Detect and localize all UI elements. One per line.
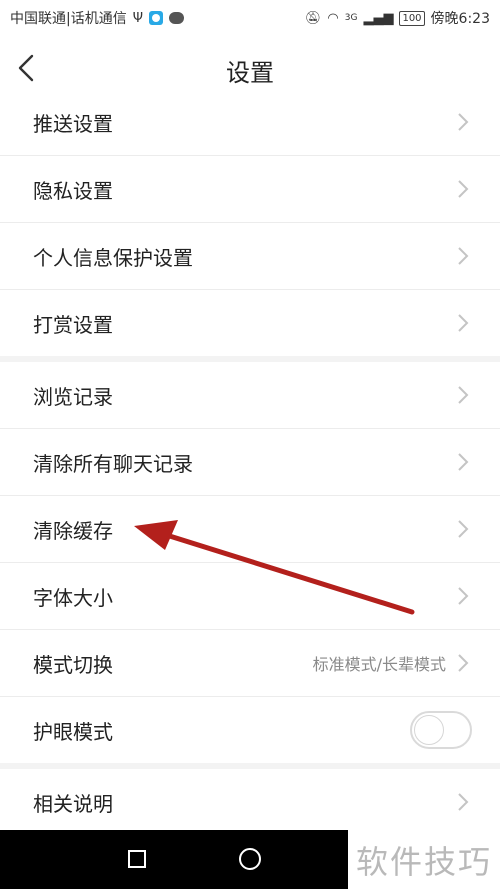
settings-row-label: 推送设置	[33, 111, 113, 136]
settings-row-font-size[interactable]: 字体大小	[0, 563, 500, 629]
settings-row-label: 隐私设置	[33, 178, 113, 203]
circle-home-icon[interactable]	[239, 848, 261, 870]
chevron-right-icon	[458, 113, 469, 131]
settings-row-clear-chats[interactable]: 清除所有聊天记录	[0, 429, 500, 495]
settings-row-label: 护眼模式	[33, 719, 113, 744]
settings-row-label: 相关说明	[33, 791, 113, 816]
settings-row-label: 打赏设置	[33, 312, 113, 337]
wifi-icon: ◠	[327, 10, 339, 26]
chevron-right-icon	[458, 793, 469, 811]
usb-icon: Ψ	[132, 10, 143, 26]
chevron-right-icon	[458, 180, 469, 198]
chevron-right-icon	[458, 587, 469, 605]
settings-list: 推送设置 隐私设置 个人信息保护设置 打赏设置 浏览记录 清除所有聊天记录 清除…	[0, 89, 500, 835]
settings-row-eye-care: 护眼模式	[0, 697, 500, 763]
chevron-right-icon	[458, 520, 469, 538]
settings-row-label: 清除缓存	[33, 518, 113, 543]
chevron-right-icon	[458, 386, 469, 404]
status-left: 中国联通|话机通信 Ψ	[10, 8, 184, 28]
settings-row-label: 字体大小	[33, 585, 113, 610]
status-right: 🔕︎ ◠ 3G ▂▄▆ 100 傍晚6:23	[305, 8, 490, 28]
carrier-label: 中国联通|话机通信	[10, 11, 127, 27]
chevron-right-icon	[458, 314, 469, 332]
settings-row-label: 个人信息保护设置	[33, 245, 193, 270]
settings-row-value: 标准模式/长辈模式	[312, 655, 446, 674]
settings-row-label: 浏览记录	[33, 384, 113, 409]
settings-row-personal-info[interactable]: 个人信息保护设置	[0, 223, 500, 289]
chevron-right-icon	[458, 453, 469, 471]
mute-icon: 🔕︎	[304, 10, 322, 26]
network-type-label: 3G	[344, 13, 358, 23]
watermark: 软件技巧	[348, 830, 500, 889]
settings-row-clear-cache[interactable]: 清除缓存	[0, 496, 500, 562]
status-bar: 中国联通|话机通信 Ψ 🔕︎ ◠ 3G ▂▄▆ 100 傍晚6:23	[0, 0, 500, 36]
settings-row-history[interactable]: 浏览记录	[0, 362, 500, 428]
battery-level: 100	[402, 12, 422, 24]
toggle-knob	[414, 715, 444, 745]
settings-row-reward[interactable]: 打赏设置	[0, 290, 500, 356]
chevron-right-icon	[458, 654, 469, 672]
settings-row-about[interactable]: 相关说明	[0, 769, 500, 835]
chat-bubble-icon	[168, 12, 184, 24]
chevron-right-icon	[458, 247, 469, 265]
settings-row-mode-switch[interactable]: 模式切换 标准模式/长辈模式	[0, 630, 500, 696]
eye-care-toggle[interactable]	[410, 711, 472, 749]
page-title: 设置	[226, 59, 274, 87]
clock: 傍晚6:23	[430, 11, 490, 27]
settings-row-label: 模式切换	[33, 652, 113, 677]
signal-icon: ▂▄▆	[363, 10, 394, 26]
settings-row-label: 清除所有聊天记录	[33, 451, 193, 476]
settings-row-push[interactable]: 推送设置	[0, 89, 500, 155]
square-recents-icon[interactable]	[128, 850, 146, 868]
app-notification-icon	[148, 11, 163, 25]
settings-row-privacy[interactable]: 隐私设置	[0, 156, 500, 222]
battery-icon: 100	[399, 10, 425, 26]
